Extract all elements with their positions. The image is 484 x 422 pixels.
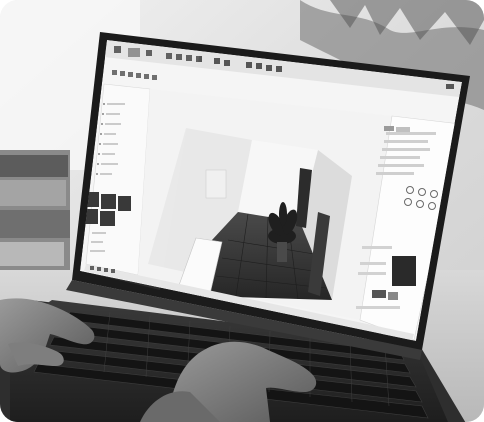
toolbar-button-13[interactable] bbox=[276, 66, 282, 72]
photo-scene bbox=[0, 0, 484, 422]
material-swatch-small[interactable] bbox=[388, 292, 398, 300]
book-spine-4 bbox=[0, 242, 64, 266]
property-row[interactable] bbox=[384, 140, 428, 143]
property-row[interactable] bbox=[386, 132, 436, 135]
material-swatch-large[interactable] bbox=[392, 256, 416, 286]
photo-stage bbox=[0, 0, 484, 422]
room-wall-cabinet bbox=[205, 169, 227, 199]
property-row[interactable] bbox=[376, 172, 414, 175]
book-spine-3 bbox=[0, 210, 70, 238]
property-row[interactable] bbox=[378, 164, 424, 167]
property-row[interactable] bbox=[360, 262, 386, 265]
toolbar-button-12[interactable] bbox=[266, 65, 272, 71]
toolbar-button-11[interactable] bbox=[256, 63, 262, 69]
material-swatch-small[interactable] bbox=[372, 290, 386, 298]
toolbar-button-8[interactable] bbox=[214, 58, 220, 64]
photo-frame bbox=[0, 0, 484, 422]
property-row[interactable] bbox=[382, 148, 430, 151]
book-spine-1 bbox=[0, 155, 68, 177]
toolbar-button-9[interactable] bbox=[224, 60, 230, 66]
property-row[interactable] bbox=[356, 306, 400, 309]
book-spine-2 bbox=[0, 180, 66, 206]
property-row[interactable] bbox=[358, 272, 386, 275]
toolbar-button-10[interactable] bbox=[246, 62, 252, 68]
property-row[interactable] bbox=[380, 156, 420, 159]
menu-icon[interactable] bbox=[446, 84, 454, 89]
property-row[interactable] bbox=[362, 246, 392, 249]
